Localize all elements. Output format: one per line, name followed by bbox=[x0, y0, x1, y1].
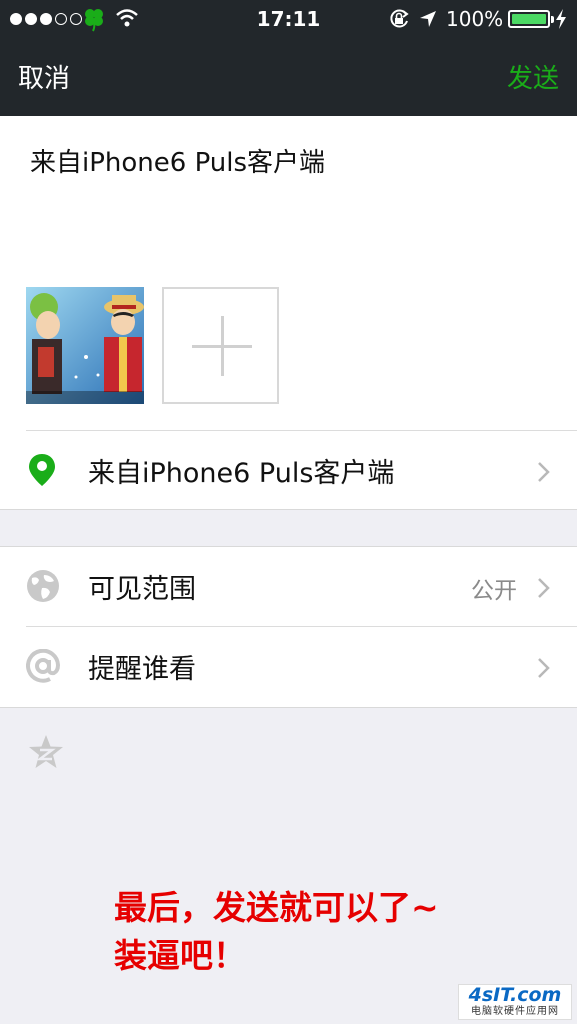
status-bar: 17:11 100% bbox=[0, 0, 577, 40]
battery-percent: 100% bbox=[446, 7, 504, 31]
battery-fill bbox=[512, 14, 546, 24]
visibility-row[interactable]: 可见范围 公开 bbox=[0, 547, 577, 627]
options-group: 可见范围 公开 提醒谁看 bbox=[0, 546, 577, 708]
caption-line-2: 装逼吧！ bbox=[114, 936, 246, 975]
qzone-star-icon[interactable] bbox=[28, 734, 64, 770]
plus-icon-vertical bbox=[221, 316, 224, 376]
watermark-text: 电脑软硬件应用网 bbox=[471, 1006, 559, 1017]
compose-area: 来自iPhone6 Puls客户端 来自iPhone6 Puls客户端 bbox=[0, 116, 577, 510]
send-button[interactable]: 发送 bbox=[507, 58, 559, 95]
post-text-input[interactable]: 来自iPhone6 Puls客户端 bbox=[30, 142, 325, 179]
rotation-lock-icon bbox=[390, 9, 409, 28]
location-arrow-icon bbox=[420, 11, 436, 27]
location-label: 来自iPhone6 Puls客户端 bbox=[88, 458, 395, 489]
annotation-caption: 最后，发送就可以了~ 装逼吧！ bbox=[114, 884, 439, 980]
site-watermark: 4sIT.com 电脑软硬件应用网 bbox=[458, 984, 572, 1020]
mention-row[interactable]: 提醒谁看 bbox=[0, 627, 577, 707]
caption-line-1: 最后，发送就可以了~ bbox=[114, 888, 439, 927]
chevron-right-icon bbox=[538, 658, 550, 678]
cancel-button[interactable]: 取消 bbox=[18, 58, 70, 95]
globe-icon bbox=[27, 570, 59, 602]
attached-photo[interactable] bbox=[26, 287, 144, 404]
add-photo-button[interactable] bbox=[162, 287, 279, 404]
chevron-right-icon bbox=[538, 462, 550, 482]
location-row[interactable]: 来自iPhone6 Puls客户端 bbox=[0, 431, 577, 510]
at-sign-icon bbox=[26, 649, 60, 683]
charging-bolt-icon bbox=[556, 9, 566, 29]
photo-thumbnail-image bbox=[26, 287, 144, 404]
watermark-logo: 4sIT.com bbox=[468, 984, 562, 1006]
battery-icon bbox=[508, 10, 554, 28]
visibility-label: 可见范围 bbox=[88, 574, 196, 605]
visibility-value: 公开 bbox=[471, 578, 517, 604]
top-bar: 17:11 100% 取消 发送 bbox=[0, 0, 577, 116]
location-pin-icon bbox=[29, 454, 55, 486]
mention-label: 提醒谁看 bbox=[88, 654, 196, 685]
chevron-right-icon bbox=[538, 578, 550, 598]
